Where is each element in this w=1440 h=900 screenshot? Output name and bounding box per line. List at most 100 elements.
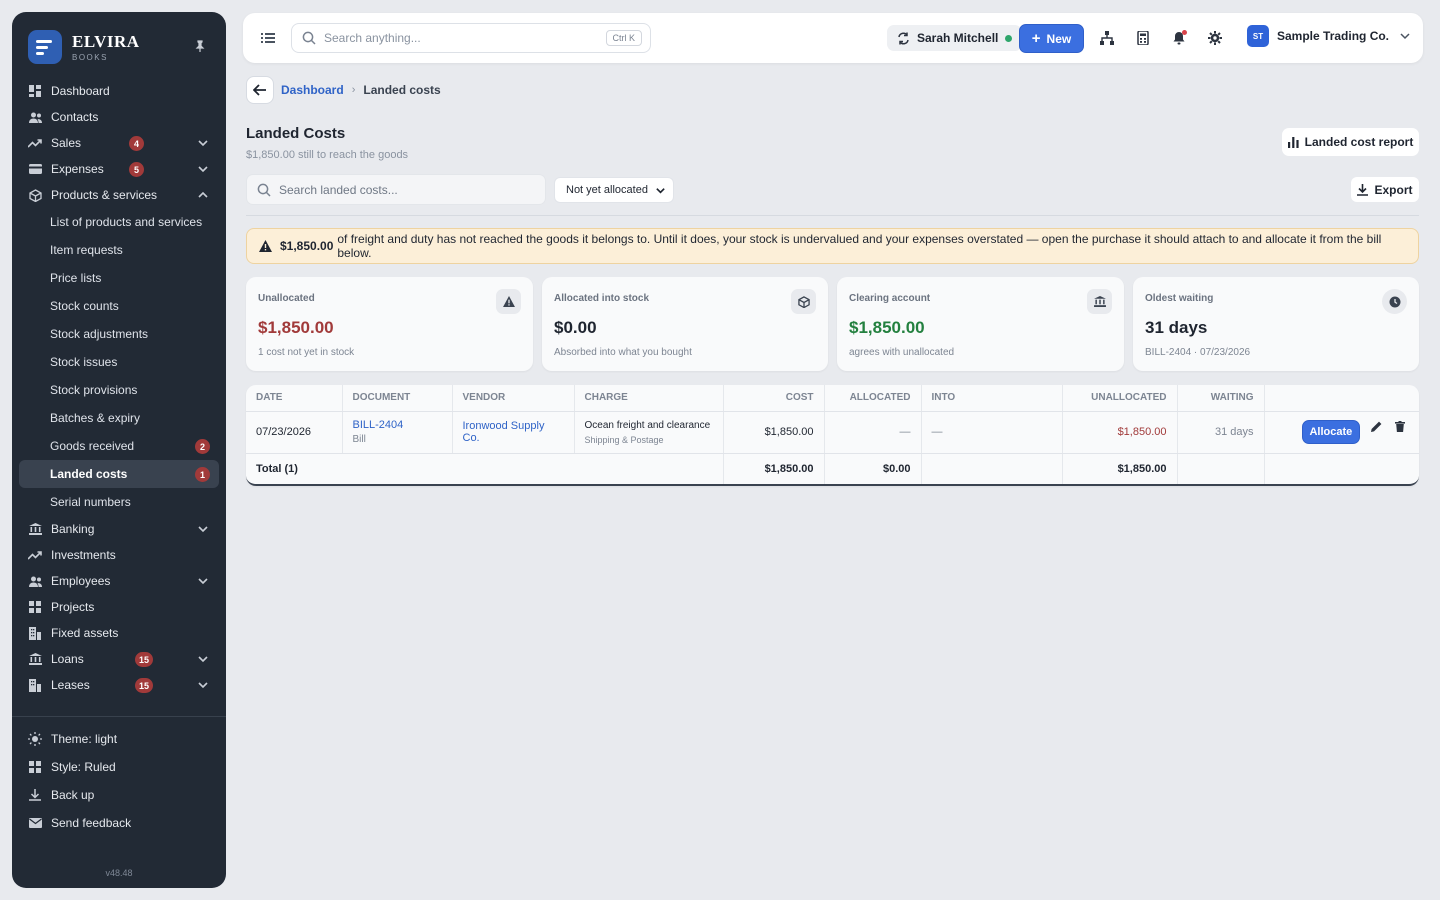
- cell-charge: Ocean freight and clearance Shipping & P…: [574, 411, 724, 454]
- sidebar-item-projects[interactable]: Projects: [19, 594, 219, 620]
- sidebar-subitem-batches-expiry[interactable]: Batches & expiry: [19, 404, 219, 432]
- landed-cost-report-button[interactable]: Landed cost report: [1282, 128, 1419, 156]
- building-icon: [28, 678, 42, 692]
- sidebar-item-expenses[interactable]: Expenses 5: [19, 156, 219, 182]
- column-header-allocated[interactable]: Allocated: [824, 385, 922, 412]
- brand[interactable]: ELVIRA BOOKS: [28, 30, 140, 64]
- card-label: Clearing account: [849, 293, 931, 304]
- landed-costs-badge: 1: [195, 467, 210, 482]
- sidebar-subitem-goods-received[interactable]: Goods received 2: [19, 432, 219, 460]
- unallocated-alert: $1,850.00 of freight and duty has not re…: [246, 228, 1419, 264]
- sidebar-item-sales[interactable]: Sales 4: [19, 130, 219, 156]
- alert-amount: $1,850.00: [279, 239, 334, 253]
- column-header-unallocated[interactable]: Unallocated: [1062, 385, 1178, 412]
- column-header-charge[interactable]: Charge: [574, 385, 724, 412]
- app-version: v48.48: [105, 868, 133, 878]
- sidebar-subitem-price-lists[interactable]: Price lists: [19, 264, 219, 292]
- vendor-link[interactable]: Ironwood Supply Co.: [452, 411, 575, 454]
- user-switcher[interactable]: Sarah Mitchell: [887, 25, 1023, 51]
- landed-costs-search-input[interactable]: [279, 182, 529, 197]
- back-button[interactable]: [246, 76, 274, 104]
- style-toggle[interactable]: Style: Ruled: [19, 753, 226, 781]
- clearing-account-card: Clearing account $1,850.00 agrees with u…: [837, 277, 1124, 371]
- sidebar-item-label: Contacts: [51, 110, 99, 124]
- landed-costs-search[interactable]: [246, 174, 546, 205]
- people-icon: [28, 574, 42, 588]
- chevron-down-icon: [1400, 33, 1410, 40]
- breadcrumb-current: Landed costs: [363, 83, 441, 97]
- sidebar-item-fixed-assets[interactable]: Fixed assets: [19, 620, 219, 646]
- global-search-input[interactable]: [324, 31, 594, 45]
- trend-up-icon: [28, 136, 42, 150]
- sun-icon: [28, 732, 42, 746]
- sidebar-subitem-products-list[interactable]: List of products and services: [19, 208, 219, 236]
- global-search[interactable]: Ctrl K: [291, 23, 651, 53]
- sidebar-subitem-label: Batches & expiry: [50, 411, 141, 425]
- chevron-down-icon[interactable]: [197, 575, 209, 587]
- breadcrumb-dashboard[interactable]: Dashboard: [281, 83, 344, 97]
- sidebar-subitem-label: Stock counts: [50, 299, 119, 313]
- pin-icon[interactable]: [194, 40, 206, 52]
- sidebar-item-dashboard[interactable]: Dashboard: [19, 78, 219, 104]
- search-icon: [257, 183, 271, 197]
- column-header-into[interactable]: Into: [921, 385, 1063, 412]
- charge-account: Shipping & Postage: [584, 434, 664, 445]
- notifications-button[interactable]: [1172, 30, 1187, 45]
- sidebar-item-investments[interactable]: Investments: [19, 542, 219, 568]
- sidebar-item-employees[interactable]: Employees: [19, 568, 219, 594]
- chevron-down-icon[interactable]: [197, 163, 209, 175]
- sidebar-subitem-serial-numbers[interactable]: Serial numbers: [19, 488, 219, 516]
- sidebar-subitem-item-requests[interactable]: Item requests: [19, 236, 219, 264]
- document-type: Bill: [352, 434, 366, 445]
- bank-icon: [28, 652, 42, 666]
- sidebar-item-label: Employees: [51, 574, 111, 588]
- backup-label: Back up: [51, 788, 95, 802]
- sidebar-subitem-stock-counts[interactable]: Stock counts: [19, 292, 219, 320]
- warning-icon: [259, 240, 272, 252]
- feedback-button[interactable]: Send feedback: [19, 809, 226, 837]
- column-header-document[interactable]: Document: [342, 385, 453, 412]
- new-button-label: New: [1046, 31, 1072, 46]
- cell-allocated: —: [824, 411, 922, 454]
- column-header-date[interactable]: Date: [246, 385, 343, 412]
- sidebar-subitem-stock-provisions[interactable]: Stock provisions: [19, 376, 219, 404]
- calculator-icon[interactable]: [1136, 31, 1150, 45]
- pencil-icon[interactable]: [1370, 421, 1382, 432]
- column-header-cost[interactable]: Cost: [723, 385, 825, 412]
- sidebar-item-banking[interactable]: Banking: [19, 516, 219, 542]
- sidebar-subitem-landed-costs[interactable]: Landed costs 1: [19, 460, 219, 488]
- sidebar-item-leases[interactable]: Leases 15: [19, 672, 219, 698]
- page-subtitle: $1,850.00 still to reach the goods: [246, 149, 409, 161]
- trash-icon[interactable]: [1395, 421, 1405, 432]
- allocated-card: Allocated into stock $0.00 Absorbed into…: [542, 277, 828, 371]
- sidebar-subitem-stock-issues[interactable]: Stock issues: [19, 348, 219, 376]
- new-button[interactable]: + New: [1019, 24, 1084, 53]
- sidebar-subitem-label: Goods received: [50, 439, 135, 453]
- card-note: 1 cost not yet in stock: [258, 347, 355, 358]
- chevron-down-icon[interactable]: [197, 679, 209, 691]
- theme-toggle[interactable]: Theme: light: [19, 725, 226, 753]
- warning-icon: [496, 289, 521, 314]
- list-menu-icon[interactable]: [261, 31, 275, 45]
- chevron-down-icon[interactable]: [197, 137, 209, 149]
- sidebar-item-loans[interactable]: Loans 15: [19, 646, 219, 672]
- chevron-up-icon[interactable]: [197, 189, 209, 201]
- allocate-button[interactable]: Allocate: [1301, 420, 1360, 444]
- column-header-vendor[interactable]: Vendor: [452, 385, 575, 412]
- allocation-filter-select[interactable]: Not yet allocated: [554, 177, 674, 203]
- hierarchy-icon[interactable]: [1100, 31, 1114, 45]
- document-link[interactable]: BILL-2404: [353, 419, 442, 431]
- contacts-icon: [28, 110, 42, 124]
- sidebar-item-contacts[interactable]: Contacts: [19, 104, 219, 130]
- export-button[interactable]: Export: [1351, 177, 1419, 202]
- gear-icon[interactable]: [1208, 31, 1222, 45]
- top-bar: Ctrl K Sarah Mitchell + New ST Sample Tr…: [243, 13, 1423, 63]
- sidebar-item-products-services[interactable]: Products & services: [19, 182, 219, 208]
- chevron-down-icon[interactable]: [197, 653, 209, 665]
- chevron-down-icon[interactable]: [197, 523, 209, 535]
- company-switcher[interactable]: ST Sample Trading Co.: [1247, 25, 1411, 47]
- sidebar-subitem-stock-adjustments[interactable]: Stock adjustments: [19, 320, 219, 348]
- card-note: Absorbed into what you bought: [554, 347, 692, 358]
- backup-button[interactable]: Back up: [19, 781, 226, 809]
- column-header-waiting[interactable]: Waiting: [1177, 385, 1265, 412]
